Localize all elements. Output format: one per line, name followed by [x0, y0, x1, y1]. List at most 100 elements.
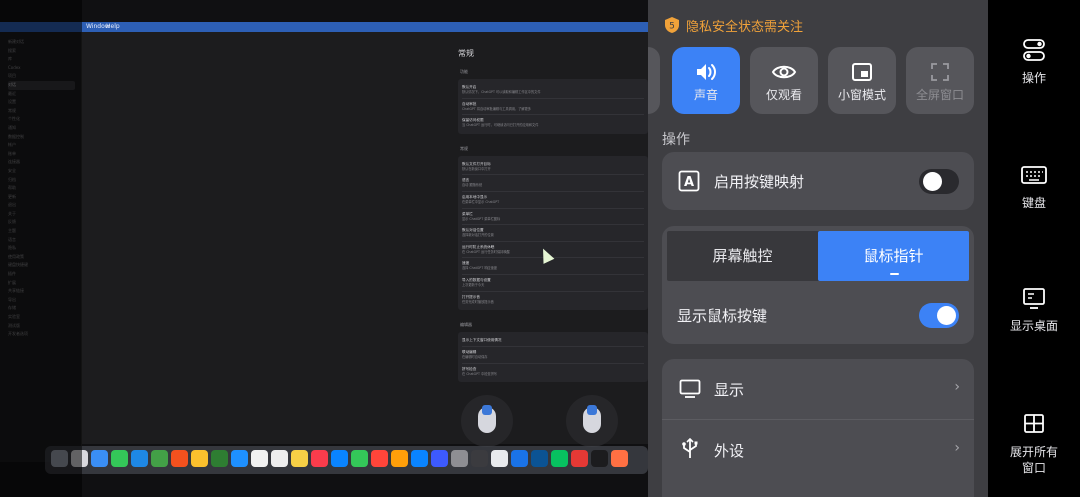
- sound-button-label: 声音: [693, 88, 718, 102]
- keymap-icon: A: [678, 170, 700, 192]
- mac-menubar: Window Help: [0, 22, 648, 32]
- floating-app-bubble[interactable]: [566, 395, 618, 447]
- show-mouse-buttons-toggle[interactable]: [919, 303, 959, 328]
- pip-mode-button-label: 小窗模式: [837, 88, 886, 102]
- fullscreen-window-button[interactable]: 全屏窗口: [906, 47, 974, 114]
- pip-mode-button[interactable]: 小窗模式: [828, 47, 896, 114]
- settings-pane: 常规 功能 默认开启 默认情况下，ChatGPT 可以读取和编辑工作区中的文件 自…: [458, 48, 648, 383]
- operations-section-label: 操作: [662, 132, 690, 148]
- dock-app-icon[interactable]: [431, 450, 448, 467]
- key-mapping-toggle[interactable]: [919, 169, 959, 194]
- dock-app-icon[interactable]: [211, 450, 228, 467]
- display-icon: [679, 379, 701, 398]
- fullscreen-window-button-label: 全屏窗口: [915, 88, 964, 102]
- settings-row[interactable]: 自动审批 ChatGPT 将自动审批编辑与工具调用，了解更多: [462, 99, 644, 116]
- settings-row[interactable]: 打开提示音 任务完成时播放提示音: [462, 292, 644, 308]
- show-desktop-tool-label: 显示桌面: [1009, 319, 1058, 333]
- shield-icon: 5: [665, 17, 679, 33]
- usb-icon: [682, 438, 698, 458]
- dock-app-icon[interactable]: [191, 450, 208, 467]
- dock-app-icon[interactable]: [491, 450, 508, 467]
- input-mode-card: 屏幕触控 鼠标指针 显示鼠标按键: [662, 226, 974, 344]
- desktop-icon: [1023, 288, 1045, 309]
- dock-app-icon[interactable]: [571, 450, 588, 467]
- dock-app-icon[interactable]: [591, 450, 608, 467]
- keyboard-tool-label: 键盘: [1021, 196, 1046, 210]
- dock-app-icon[interactable]: [291, 450, 308, 467]
- dock-app-icon[interactable]: [351, 450, 368, 467]
- dock-app-icon[interactable]: [471, 450, 488, 467]
- settings-section-label: 功能: [460, 69, 468, 74]
- dock-app-icon[interactable]: [111, 450, 128, 467]
- dock-app-icon[interactable]: [391, 450, 408, 467]
- mouse-pointer-option[interactable]: 鼠标指针: [818, 231, 969, 281]
- settings-row[interactable]: 速度 选择 ChatGPT 响应速度: [462, 258, 644, 275]
- settings-row[interactable]: 保留访问权限当 ChatGPT 运行时，可继续访问已打开的应用和文件: [462, 115, 644, 131]
- dock-app-icon[interactable]: [451, 450, 468, 467]
- menu-help[interactable]: Help: [106, 22, 120, 32]
- dock-app-icon[interactable]: [331, 450, 348, 467]
- expand-windows-tool-label-line2: 窗口: [1021, 461, 1046, 475]
- remote-desktop-view[interactable]: Window Help 新建对话 搜索 库 Codex 项目 对话 最近 设置 …: [0, 0, 648, 497]
- settings-row[interactable]: 联动编辑 在编辑时自动保存: [462, 347, 644, 364]
- view-only-button[interactable]: 仅观看: [750, 47, 818, 114]
- keyboard-tool[interactable]: 键盘: [988, 163, 1080, 211]
- dock-app-icon[interactable]: [131, 450, 148, 467]
- key-mapping-label: 启用按键映射: [714, 173, 805, 191]
- dock-app-icon[interactable]: [531, 450, 548, 467]
- view-only-button-label: 仅观看: [765, 88, 802, 102]
- speaker-icon: [672, 61, 740, 83]
- settings-row[interactable]: 菜单栏 显示 ChatGPT 菜单栏图标: [462, 209, 644, 226]
- dock-app-icon[interactable]: [551, 450, 568, 467]
- dock-app-icon[interactable]: [171, 450, 188, 467]
- toggle-icon: [1023, 39, 1045, 61]
- floating-app-bubble[interactable]: [461, 395, 513, 447]
- dock-app-icon[interactable]: [231, 450, 248, 467]
- mac-dock: [45, 446, 648, 474]
- settings-row[interactable]: 语言 自动 跟随系统: [462, 175, 644, 192]
- dock-app-icon[interactable]: [371, 450, 388, 467]
- settings-group: 显示上下文窗口使用情况 联动编辑 在编辑时自动保存 拼写检查在 ChatGPT 中…: [458, 332, 648, 383]
- touch-mode-option[interactable]: 屏幕触控: [667, 231, 818, 281]
- dock-app-icon[interactable]: [91, 450, 108, 467]
- dock-app-icon[interactable]: [611, 450, 628, 467]
- settings-row[interactable]: 显示上下文窗口使用情况: [462, 335, 644, 348]
- control-panel: 5 隐私安全状态需关注 声音 仅观看 小窗模式 全屏窗口 操作 A 启用按键映射…: [648, 0, 988, 497]
- display-menu-item[interactable]: 显示 ›: [662, 359, 974, 419]
- settings-row[interactable]: 默认开启 默认情况下，ChatGPT 可以读取和编辑工作区中的文件: [462, 82, 644, 99]
- operations-tool-label: 操作: [1021, 71, 1046, 85]
- settings-title: 常规: [458, 49, 474, 58]
- dock-app-icon[interactable]: [511, 450, 528, 467]
- settings-row[interactable]: 默认对话位置 选择新对话打开的位置: [462, 225, 644, 242]
- settings-section-label: 编辑器: [460, 322, 472, 328]
- chevron-right-icon: ›: [954, 379, 960, 395]
- grid-icon: [1024, 414, 1044, 433]
- settings-row[interactable]: 拼写检查在 ChatGPT 中检查拼写: [462, 364, 644, 380]
- settings-row[interactable]: 默认文件打开目标 默认在新窗口中打开: [462, 159, 644, 176]
- dock-app-icon[interactable]: [271, 450, 288, 467]
- expand-windows-tool[interactable]: 展开所有 窗口: [988, 412, 1080, 476]
- dock-app-icon[interactable]: [411, 450, 428, 467]
- settings-group: 默认开启 默认情况下，ChatGPT 可以读取和编辑工作区中的文件 自动审批 Cha…: [458, 79, 648, 134]
- peripherals-menu-item[interactable]: 外设 ›: [662, 420, 974, 480]
- settings-section-label: 常规: [460, 145, 468, 151]
- keyboard-icon: [1021, 166, 1047, 184]
- show-desktop-tool[interactable]: 显示桌面: [988, 286, 1080, 334]
- sound-button[interactable]: 声音: [672, 47, 740, 114]
- dock-app-icon[interactable]: [251, 450, 268, 467]
- show-mouse-buttons-label: 显示鼠标按键: [677, 307, 768, 325]
- settings-row[interactable]: 启用本地中显示 在菜单栏中显示 ChatGPT: [462, 192, 644, 209]
- eye-icon: [750, 61, 818, 83]
- mode-button-hidden[interactable]: [648, 47, 660, 114]
- dock-app-icon[interactable]: [151, 450, 168, 467]
- display-menu-label: 显示: [714, 381, 745, 399]
- operations-tool[interactable]: 操作: [988, 38, 1080, 86]
- privacy-warning-text: 隐私安全状态需关注: [686, 19, 804, 35]
- expand-windows-tool-label-line1: 展开所有: [1009, 445, 1058, 459]
- settings-row[interactable]: 导入的数据与设置 上次更新于今天: [462, 275, 644, 292]
- peripherals-menu-label: 外设: [714, 442, 745, 460]
- privacy-warning[interactable]: 5 隐私安全状态需关注: [664, 14, 803, 36]
- settings-group: 默认文件打开目标 默认在新窗口中打开 语言 自动 跟随系统 启用本地中显示 在菜单栏中…: [458, 155, 648, 311]
- dock-app-icon[interactable]: [311, 450, 328, 467]
- svg-text:5: 5: [669, 22, 675, 32]
